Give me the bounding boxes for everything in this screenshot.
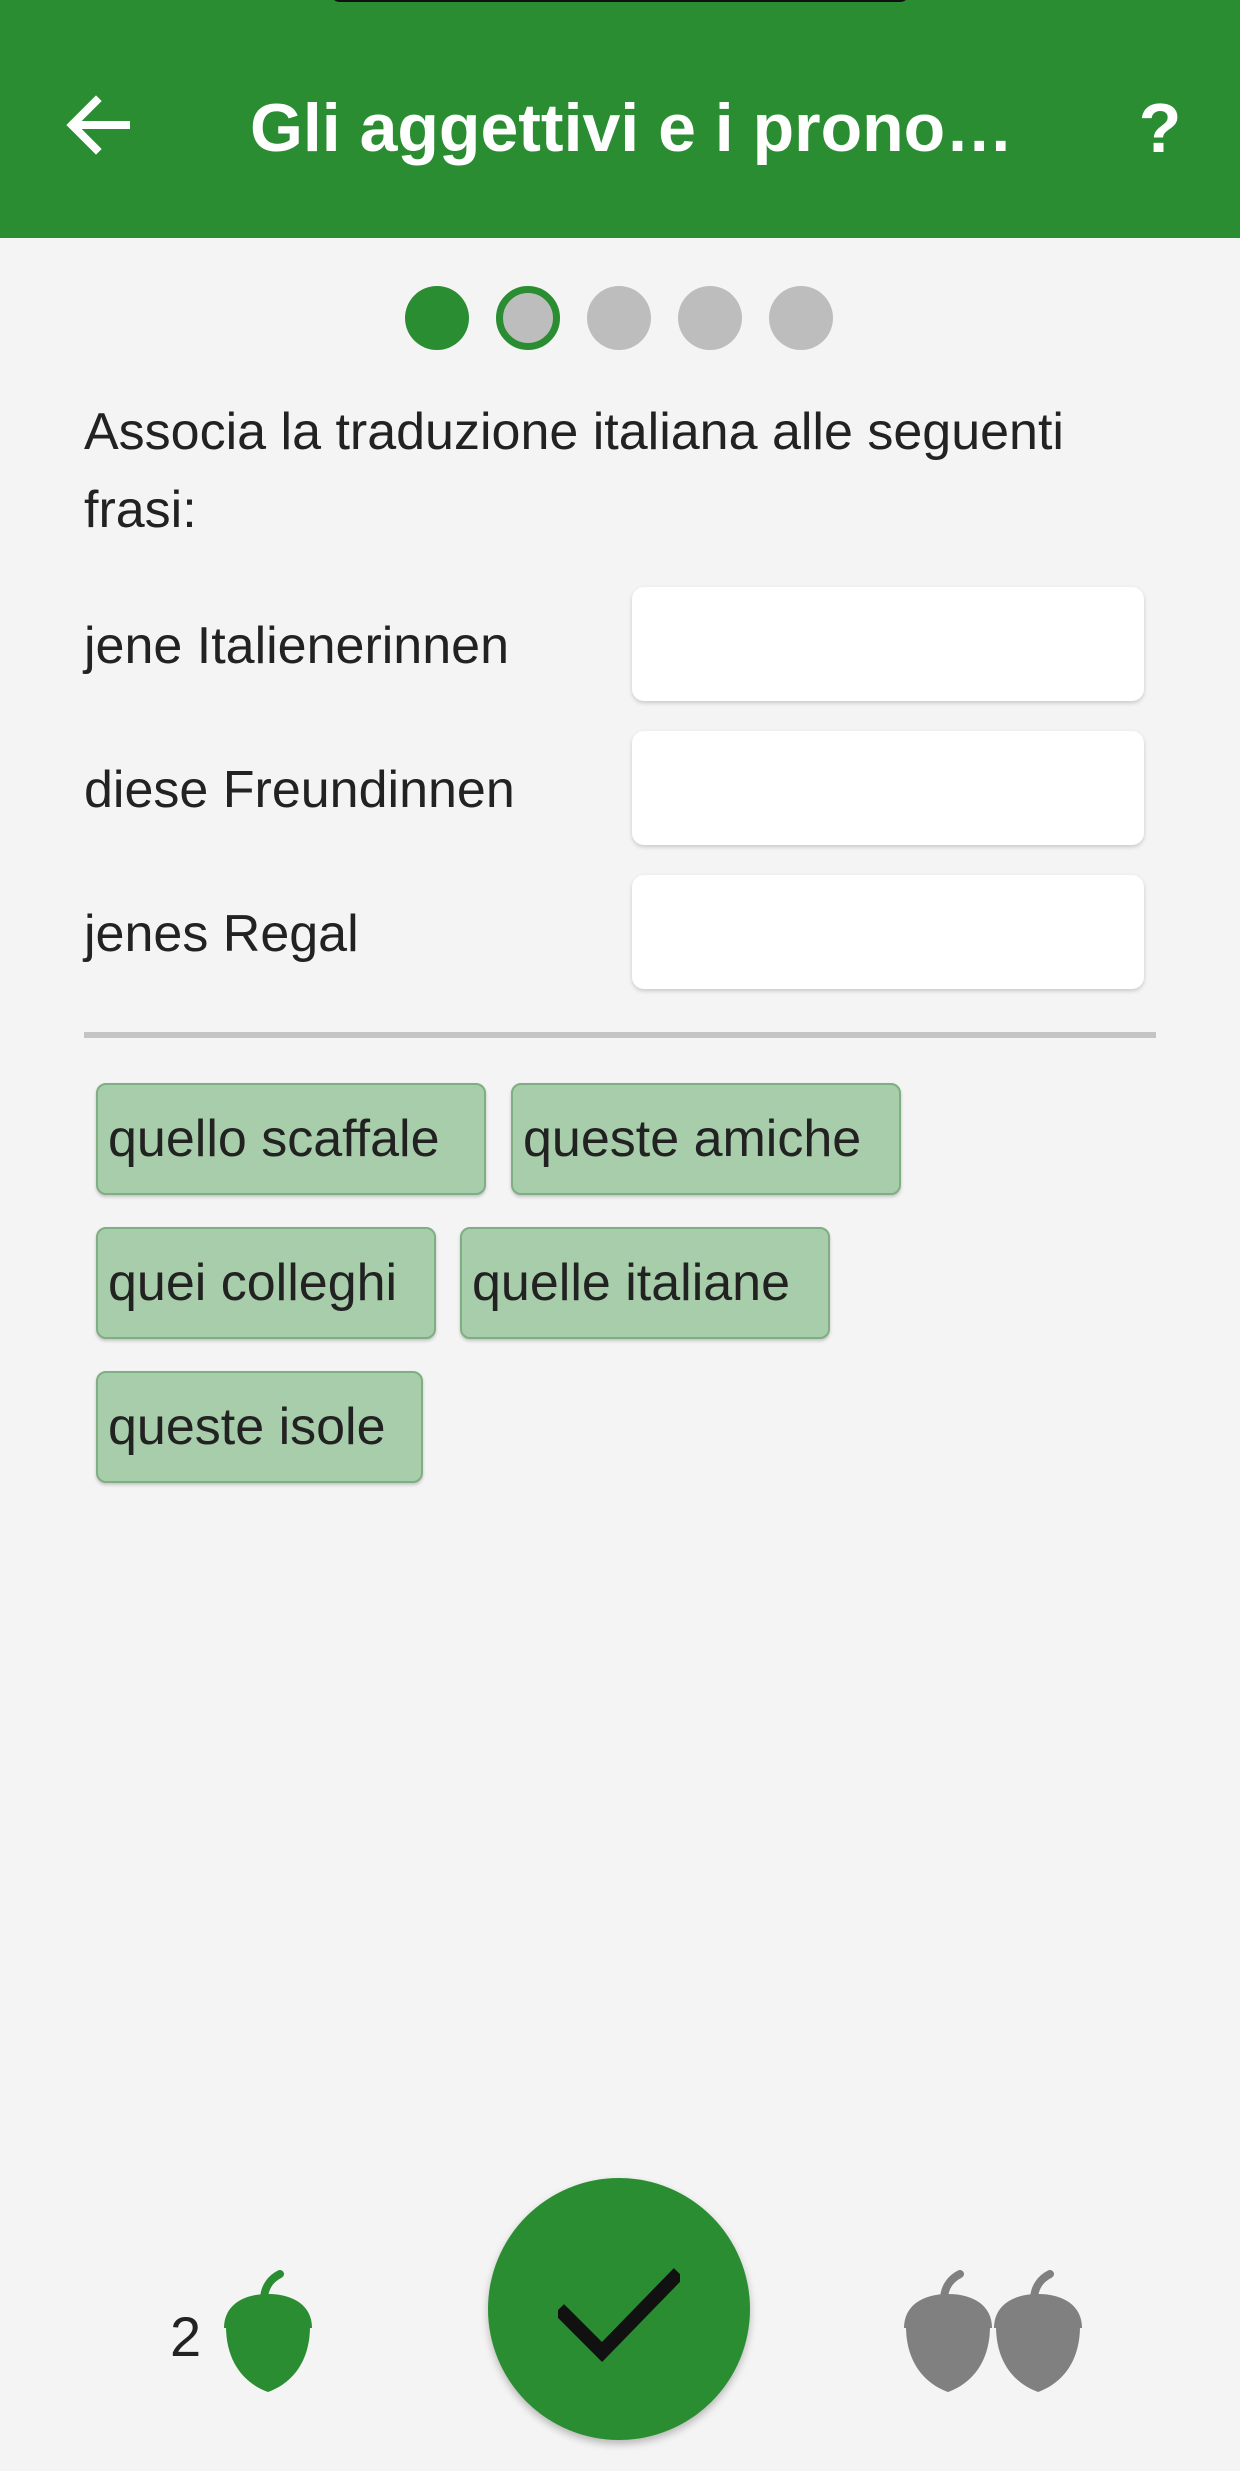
back-arrow-icon xyxy=(66,95,130,155)
option-chip[interactable]: quello scaffale xyxy=(96,1083,486,1195)
option-chip[interactable]: queste amiche xyxy=(511,1083,901,1195)
camera-notch xyxy=(330,0,910,2)
progress-dot-1 xyxy=(405,286,469,350)
answer-slot[interactable] xyxy=(632,587,1144,701)
source-phrase: diese Freundinnen xyxy=(84,761,515,819)
progress-dot-5 xyxy=(769,286,833,350)
progress-dot-2 xyxy=(496,286,560,350)
exercise-instruction: Associa la traduzione italiana alle segu… xyxy=(84,403,1064,539)
progress-dots xyxy=(0,286,1240,350)
answer-slot[interactable] xyxy=(632,731,1144,845)
app-bar: Gli aggettivi e i pronom… ? xyxy=(0,0,1240,238)
acorn-count: 2 xyxy=(170,2305,202,2368)
option-chip[interactable]: queste isole xyxy=(96,1371,423,1483)
source-phrase: jene Italienerinnen xyxy=(84,617,509,675)
check-button[interactable] xyxy=(488,2178,750,2440)
back-button[interactable] xyxy=(60,85,140,165)
page-title: Gli aggettivi e i pronom… xyxy=(250,90,1030,166)
hint-acorn-icon[interactable] xyxy=(900,2270,996,2396)
answer-slot[interactable] xyxy=(632,875,1144,989)
source-phrase: jenes Regal xyxy=(84,905,359,963)
checkmark-icon xyxy=(558,2268,680,2362)
acorn-icon xyxy=(220,2270,316,2396)
option-chip[interactable]: quei colleghi xyxy=(96,1227,436,1339)
help-button[interactable]: ? xyxy=(1130,88,1190,168)
divider xyxy=(84,1032,1156,1038)
option-chip[interactable]: quelle italiane xyxy=(460,1227,830,1339)
progress-dot-3 xyxy=(587,286,651,350)
hint-acorn-icon[interactable] xyxy=(990,2270,1086,2396)
progress-dot-4 xyxy=(678,286,742,350)
